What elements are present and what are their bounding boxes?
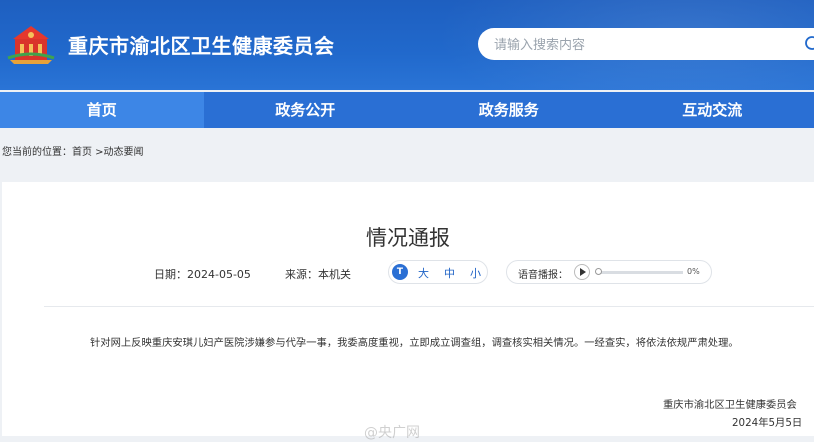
audio-label: 语音播报：	[518, 266, 568, 281]
font-size-icon: T	[392, 264, 408, 280]
font-size-switcher: T 大 中 小	[388, 260, 488, 284]
audio-player: 语音播报： 0%	[506, 260, 712, 284]
government-emblem-icon[interactable]	[6, 20, 56, 64]
font-size-large-button[interactable]: 大	[418, 265, 429, 281]
search-icon[interactable]	[804, 35, 814, 53]
main-nav: 首页 政务公开 政务服务 互动交流	[0, 92, 814, 128]
article-card: 情况通报 日期：2024-05-05 来源：本机关 T 大 中 小 语音播报： …	[2, 182, 814, 436]
article-source: 来源：本机关	[285, 266, 351, 282]
site-header: 重庆市渝北区卫生健康委员会	[0, 0, 814, 90]
nav-item-gov-affairs[interactable]: 政务公开	[204, 92, 408, 128]
divider	[44, 306, 814, 307]
nav-item-interaction[interactable]: 互动交流	[611, 92, 814, 128]
nav-item-home[interactable]: 首页	[0, 92, 204, 128]
play-icon[interactable]	[574, 264, 590, 280]
signature-date: 2024年5月5日	[732, 414, 802, 429]
audio-progress-bar[interactable]	[597, 271, 683, 274]
nav-item-gov-services[interactable]: 政务服务	[407, 92, 611, 128]
site-title[interactable]: 重庆市渝北区卫生健康委员会	[68, 30, 335, 59]
breadcrumb[interactable]: 您当前的位置：首页 >动态要闻	[2, 143, 144, 158]
signature-org: 重庆市渝北区卫生健康委员会	[663, 396, 797, 411]
article-title: 情况通报	[2, 222, 814, 252]
watermark: @央广网	[364, 422, 420, 442]
article-body: 针对网上反映重庆安琪儿妇产医院涉嫌参与代孕一事，我委高度重视，立即成立调查组，调…	[90, 334, 739, 349]
article-date: 日期：2024-05-05	[154, 266, 251, 282]
audio-progress-text: 0%	[687, 267, 700, 276]
font-size-medium-button[interactable]: 中	[444, 265, 455, 281]
font-size-small-button[interactable]: 小	[470, 265, 481, 281]
audio-progress-handle[interactable]	[595, 268, 602, 275]
search-box[interactable]	[478, 28, 814, 60]
search-input[interactable]	[492, 34, 776, 56]
